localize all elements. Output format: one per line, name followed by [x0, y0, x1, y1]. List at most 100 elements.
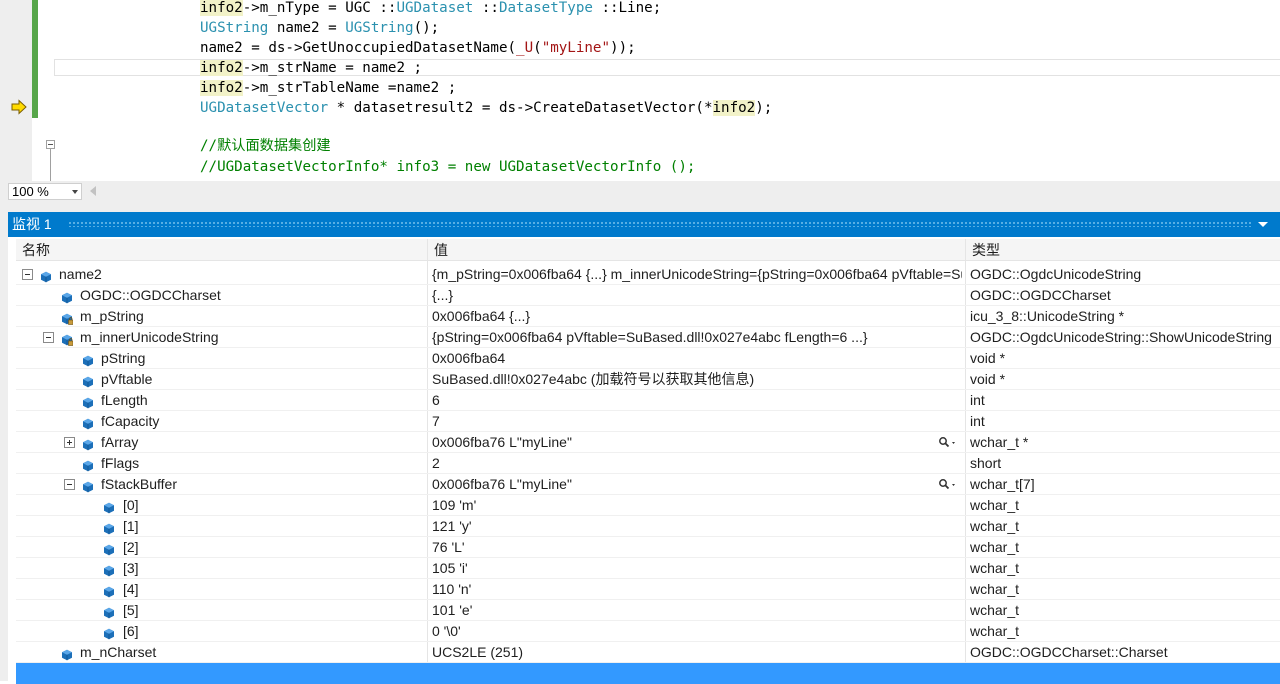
watch-row[interactable]: [5] 101 'e' wchar_t	[16, 600, 1280, 621]
code-line[interactable]: UGString name2 = UGString();	[0, 18, 1280, 38]
window-position-menu-icon[interactable]	[1258, 222, 1268, 227]
watch-row[interactable]: m_nCharset UCS2LE (251) OGDC::OGDCCharset:…	[16, 642, 1280, 663]
watch-name-cell[interactable]: m_nCharset	[16, 642, 427, 662]
watch-name-cell[interactable]: [5]	[16, 600, 427, 620]
code-line[interactable]: info2->m_strTableName =name2 ;	[0, 78, 1280, 98]
watch-name-cell[interactable]: OGDC::OGDCCharset	[16, 285, 427, 305]
watch-type-cell: OGDC::OGDCCharset::Charset	[970, 644, 1168, 660]
watch-name: m_innerUnicodeString	[80, 329, 219, 345]
watch-value-cell[interactable]: 2	[432, 453, 962, 473]
watch-value-cell[interactable]: 0 '\0'	[432, 621, 962, 641]
watch-name: m_pString	[80, 308, 144, 324]
collapse-region-icon[interactable]	[46, 140, 55, 149]
watch-value-cell[interactable]: 101 'e'	[432, 600, 962, 620]
watch-value-cell[interactable]: 0x006fba64	[432, 348, 962, 368]
watch-name-cell[interactable]	[16, 663, 427, 683]
watch-row[interactable]: [3] 105 'i' wchar_t	[16, 558, 1280, 579]
watch-row[interactable]: m_innerUnicodeString {pString=0x006fba64 …	[16, 327, 1280, 348]
watch-row[interactable]: fCapacity 7 int	[16, 411, 1280, 432]
watch-value-cell[interactable]: 110 'n'	[432, 579, 962, 599]
column-header-type[interactable]: 类型	[966, 239, 1280, 261]
watch-row[interactable]: fLength 6 int	[16, 390, 1280, 411]
watch-row[interactable]: [0] 109 'm' wchar_t	[16, 495, 1280, 516]
titlebar-grip[interactable]	[68, 221, 1252, 227]
text-visualizer-icon[interactable]	[938, 435, 958, 449]
code-line[interactable]: info2->m_strName = name2 ;	[0, 58, 1280, 78]
editor-zoom-bar: 100 %	[0, 181, 1280, 202]
watch-name-cell[interactable]: [3]	[16, 558, 427, 578]
watch-row[interactable]: pVftable SuBased.dll!0x027e4abc (加载符号以获取其…	[16, 369, 1280, 390]
watch-name-cell[interactable]: pString	[16, 348, 427, 368]
text-visualizer-icon[interactable]	[938, 477, 958, 491]
watch-name-cell[interactable]: fFlags	[16, 453, 427, 473]
collapse-icon[interactable]	[43, 332, 54, 343]
watch-name-cell[interactable]: fArray	[16, 432, 427, 452]
code-token: info2	[200, 0, 243, 16]
column-header-value[interactable]: 值	[428, 239, 966, 261]
watch-name-cell[interactable]: pVftable	[16, 369, 427, 389]
watch-value-cell[interactable]	[432, 663, 962, 683]
column-header-name[interactable]: 名称	[16, 239, 427, 261]
watch-name-cell[interactable]: [1]	[16, 516, 427, 536]
watch-row[interactable]: m_pString 0x006fba64 {...} icu_3_8::Unicod…	[16, 306, 1280, 327]
watch-row[interactable]: OGDC::OGDCCharset {...} OGDC::OGDCCharset	[16, 285, 1280, 306]
watch-value: 0x006fba76 L"myLine"	[432, 434, 572, 450]
watch-row[interactable]: fArray 0x006fba76 L"myLine" wchar_t *	[16, 432, 1280, 453]
code-editor[interactable]: info2->m_nType = UGC ::UGDataset ::Datas…	[0, 0, 1280, 181]
code-token: DatasetType	[498, 0, 593, 16]
watch-value: {pString=0x006fba64 pVftable=SuBased.dll…	[432, 329, 868, 345]
watch-row[interactable]: fFlags 2 short	[16, 453, 1280, 474]
collapse-icon[interactable]	[64, 479, 75, 490]
zoom-level-select[interactable]: 100 %	[8, 183, 82, 200]
watch-row[interactable]: pString 0x006fba64 void *	[16, 348, 1280, 369]
watch-row[interactable]: fStackBuffer 0x006fba76 L"myLine" wchar_t[…	[16, 474, 1280, 495]
code-line[interactable]: name2 = ds->GetUnoccupiedDatasetName(_U(…	[0, 38, 1280, 58]
watch-value-cell[interactable]: {...}	[432, 285, 962, 305]
watch-value-cell[interactable]: 0x006fba64 {...}	[432, 306, 962, 326]
watch-value-cell[interactable]: 0x006fba76 L"myLine"	[432, 432, 962, 452]
watch-name-cell[interactable]: [0]	[16, 495, 427, 515]
code-line[interactable]: //默认面数据集创建	[0, 136, 1280, 156]
watch-value: {...}	[432, 287, 454, 303]
watch-name: name2	[59, 266, 102, 282]
watch-value-cell[interactable]: {m_pString=0x006fba64 {...} m_innerUnico…	[432, 264, 962, 284]
code-line[interactable]: info2->m_nType = UGC ::UGDataset ::Datas…	[0, 0, 1280, 18]
watch-name-cell[interactable]: fLength	[16, 390, 427, 410]
watch-name-cell[interactable]: name2	[16, 264, 427, 284]
watch-value-cell[interactable]: 109 'm'	[432, 495, 962, 515]
watch-type-cell: wchar_t[7]	[970, 476, 1035, 492]
watch-value-cell[interactable]: SuBased.dll!0x027e4abc (加载符号以获取其他信息)	[432, 369, 962, 389]
watch-value-cell[interactable]: {pString=0x006fba64 pVftable=SuBased.dll…	[432, 327, 962, 347]
watch-name-cell[interactable]: [2]	[16, 537, 427, 557]
watch-name-cell[interactable]: [4]	[16, 579, 427, 599]
code-token: UGDatasetVector	[200, 100, 329, 116]
watch-value-cell[interactable]: UCS2LE (251)	[432, 642, 962, 662]
code-line[interactable]: UGDatasetVector * datasetresult2 = ds->C…	[0, 98, 1280, 118]
watch-value: {m_pString=0x006fba64 {...} m_innerUnico…	[432, 266, 962, 282]
code-token: info2	[200, 80, 243, 96]
watch-name-cell[interactable]: [6]	[16, 621, 427, 641]
watch-row[interactable]: [2] 76 'L' wchar_t	[16, 537, 1280, 558]
watch-value-cell[interactable]: 6	[432, 390, 962, 410]
watch-row[interactable]: [6] 0 '\0' wchar_t	[16, 621, 1280, 642]
collapse-icon[interactable]	[22, 269, 33, 280]
watch-value-cell[interactable]: 76 'L'	[432, 537, 962, 557]
watch-name-cell[interactable]: m_innerUnicodeString	[16, 327, 427, 347]
watch-value-cell[interactable]: 121 'y'	[432, 516, 962, 536]
watch-row[interactable]: name2 {m_pString=0x006fba64 {...} m_inner…	[16, 264, 1280, 285]
code-line[interactable]	[0, 118, 1280, 138]
watch-name: [5]	[123, 602, 139, 618]
watch-value-cell[interactable]: 7	[432, 411, 962, 431]
watch-value-cell[interactable]: 105 'i'	[432, 558, 962, 578]
watch-row[interactable]: [4] 110 'n' wchar_t	[16, 579, 1280, 600]
watch-name-cell[interactable]: m_pString	[16, 306, 427, 326]
watch-name-cell[interactable]: fCapacity	[16, 411, 427, 431]
panel-splitter[interactable]	[0, 202, 1280, 212]
watch-window-titlebar[interactable]: 监视 1	[8, 212, 1280, 237]
expand-icon[interactable]	[64, 437, 75, 448]
watch-value-cell[interactable]: 0x006fba76 L"myLine"	[432, 474, 962, 494]
watch-row[interactable]: [1] 121 'y' wchar_t	[16, 516, 1280, 537]
watch-name-cell[interactable]: fStackBuffer	[16, 474, 427, 494]
scroll-left-arrow-icon[interactable]	[90, 186, 96, 196]
code-line[interactable]: //UGDatasetVectorInfo* info3 = new UGDat…	[0, 157, 1280, 177]
